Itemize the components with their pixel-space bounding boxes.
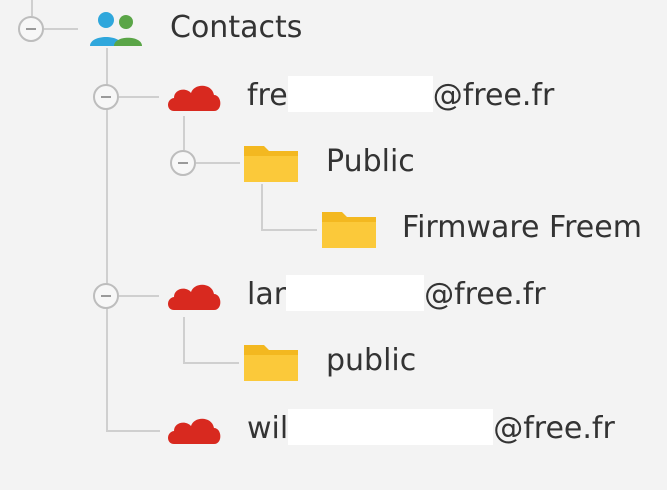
tree-node-folder-public[interactable]: Public <box>326 142 415 182</box>
folder-icon <box>244 345 298 381</box>
tree-node-label: Contacts <box>170 10 303 45</box>
collapse-toggle-public[interactable] <box>170 150 196 176</box>
contacts-group-icon <box>90 12 142 46</box>
tree-node-contacts[interactable]: Contacts <box>170 8 302 48</box>
tree-connector <box>261 229 317 231</box>
folder-label: Public <box>326 144 415 179</box>
account-name-prefix: wil <box>247 411 289 446</box>
tree-node-account-1[interactable]: fre @free.fr <box>247 75 555 116</box>
tree-node-folder-public-2[interactable]: public <box>326 341 416 381</box>
tree-connector <box>261 184 263 230</box>
collapse-toggle-account-2[interactable] <box>93 283 119 309</box>
tree-node-folder-firmware[interactable]: Firmware Freem <box>402 208 642 248</box>
tree-connector <box>196 162 240 164</box>
tree-node-account-2[interactable]: lar @free.fr <box>247 274 546 315</box>
collapse-toggle-contacts[interactable] <box>18 16 44 42</box>
tree-connector <box>183 362 239 364</box>
tree-connector <box>183 317 185 363</box>
tree-connector <box>119 295 159 297</box>
account-name-prefix: lar <box>247 277 287 312</box>
cloud-icon <box>168 85 221 111</box>
tree-connector <box>119 96 159 98</box>
folder-label: Firmware Freem <box>402 210 642 245</box>
account-domain: @free.fr <box>432 78 555 113</box>
redacted-block <box>286 274 425 311</box>
account-name-prefix: fre <box>247 78 288 113</box>
cloud-icon <box>168 284 221 310</box>
redacted-block <box>287 75 433 112</box>
tree-node-account-3[interactable]: wil @free.fr <box>247 408 615 449</box>
account-domain: @free.fr <box>493 411 615 446</box>
folder-icon <box>244 146 298 182</box>
folder-icon <box>322 212 376 248</box>
tree-connector <box>183 116 185 150</box>
folder-label: public <box>326 343 417 378</box>
collapse-toggle-account-1[interactable] <box>93 84 119 110</box>
cloud-icon <box>168 418 221 444</box>
account-domain: @free.fr <box>424 277 546 312</box>
tree-connector <box>106 430 160 432</box>
redacted-block <box>288 408 494 445</box>
tree-connector <box>44 28 78 30</box>
contacts-tree: Contacts fre @free.fr Public Firmware Fre… <box>0 0 667 490</box>
tree-connector <box>31 0 33 16</box>
